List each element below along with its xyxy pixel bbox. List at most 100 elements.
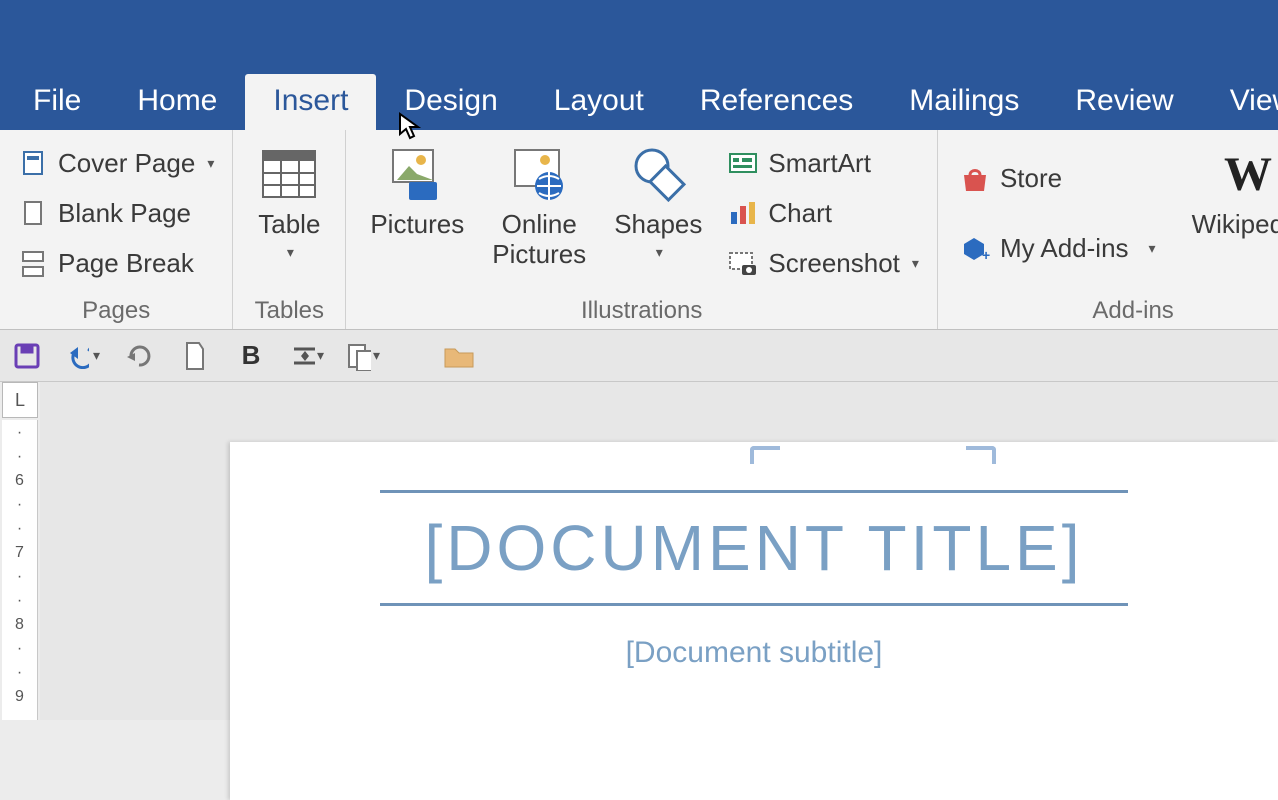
smartart-icon [728,150,758,176]
tab-references[interactable]: References [672,74,881,130]
cover-page-label: Cover Page [58,148,195,179]
divider [380,603,1128,606]
online-pictures-label-1: Online [502,209,577,239]
store-icon [960,166,990,192]
open-folder-button[interactable] [442,339,476,373]
redo-button[interactable] [122,339,156,373]
store-button[interactable]: Store [954,159,1162,198]
ruler-corner[interactable]: L [2,382,38,418]
pictures-icon [385,142,449,206]
group-illustrations-label: Illustrations [356,291,927,325]
ruler-mark: · [17,640,22,658]
tab-mailings[interactable]: Mailings [881,74,1047,130]
page-break-icon [18,251,48,277]
group-tables-label: Tables [243,291,335,325]
smartart-button[interactable]: SmartArt [722,144,925,183]
tab-review[interactable]: Review [1047,74,1201,130]
group-illustrations: Pictures Online Pictures Shapes ▾ [346,130,938,329]
ruler-mark: · [17,448,22,466]
group-addins: Store + My Add-ins ▾ W Wikipedia Add-ins [938,130,1278,329]
tab-view[interactable]: View [1202,74,1278,130]
online-pictures-label-2: Pictures [492,239,586,269]
ruler-mark: · [17,568,22,586]
chevron-down-icon: ▾ [1149,240,1156,257]
ruler-mark: 9 [15,688,24,706]
chart-label: Chart [768,198,832,229]
mouse-cursor [398,112,422,142]
tab-insert[interactable]: Insert [245,74,376,130]
chevron-down-icon: ▾ [656,244,663,261]
group-tables: Table ▾ Tables [233,130,346,329]
cover-page-button[interactable]: Cover Page ▾ [12,144,220,183]
ruler-mark: · [17,424,22,442]
tab-home[interactable]: Home [109,74,245,130]
blank-page-button[interactable]: Blank Page [12,194,220,233]
group-pages: Cover Page ▾ Blank Page Page Break Page [0,130,233,329]
my-addins-button[interactable]: + My Add-ins ▾ [954,229,1162,268]
cover-page-icon [18,150,48,176]
chevron-down-icon: ▾ [287,244,294,261]
smartart-label: SmartArt [768,148,871,179]
undo-button[interactable]: ▾ [66,339,100,373]
tab-file[interactable]: File [5,74,109,130]
my-addins-label: My Add-ins [1000,233,1129,264]
group-pages-label: Pages [10,291,222,325]
blank-page-label: Blank Page [58,198,191,229]
page-break-button[interactable]: Page Break [12,244,220,283]
vertical-ruler[interactable]: · · 6 · · 7 · · 8 · · 9 [2,420,38,720]
pictures-label: Pictures [370,210,464,240]
placeholder-bracket-icon [750,446,780,464]
shapes-icon [626,142,690,206]
wikipedia-button[interactable]: W Wikipedia [1178,136,1278,291]
title-block: [DOCUMENT TITLE] [Document subtitle] [380,490,1128,670]
ruler-mark: 8 [15,616,24,634]
group-addins-label: Add-ins [948,291,1278,325]
shapes-button[interactable]: Shapes ▾ [600,136,716,291]
quick-access-toolbar: ▾ B ▾ ▾ [0,330,1278,382]
chevron-down-icon: ▾ [317,347,324,364]
chart-icon [728,200,758,226]
screenshot-label: Screenshot [768,248,900,279]
document-subtitle-placeholder[interactable]: [Document subtitle] [380,610,1128,670]
ruler-mark: · [17,496,22,514]
store-label: Store [1000,163,1062,194]
ruler-mark: · [17,520,22,538]
save-button[interactable] [10,339,44,373]
online-pictures-label: Online Pictures [492,210,586,270]
ribbon-tabstrip: File Home Insert Design Layout Reference… [0,14,1278,130]
chart-button[interactable]: Chart [722,194,925,233]
ruler-mark: 6 [15,472,24,490]
ruler-mark: 7 [15,544,24,562]
document-area[interactable]: [DOCUMENT TITLE] [Document subtitle] [40,382,1278,720]
chevron-down-icon: ▾ [93,347,100,364]
svg-text:+: + [982,247,990,262]
table-icon [257,142,321,206]
wikipedia-icon: W [1216,142,1278,206]
wikipedia-label: Wikipedia [1192,210,1278,240]
table-label: Table [258,210,320,240]
chevron-down-icon: ▾ [207,155,214,172]
ribbon: Cover Page ▾ Blank Page Page Break Page [0,130,1278,330]
online-pictures-icon [507,142,571,206]
new-doc-button[interactable] [178,339,212,373]
bold-button[interactable]: B [234,339,268,373]
page[interactable]: [DOCUMENT TITLE] [Document subtitle] [230,442,1278,800]
online-pictures-button[interactable]: Online Pictures [478,136,600,291]
blank-page-icon [18,200,48,226]
chevron-down-icon: ▾ [912,255,919,272]
chevron-down-icon: ▾ [373,347,380,364]
spacing-button[interactable]: ▾ [290,339,324,373]
shapes-label: Shapes [614,210,702,240]
titlebar [0,0,1278,14]
paste-button[interactable]: ▾ [346,339,380,373]
screenshot-icon [728,251,758,277]
my-addins-icon: + [960,235,990,261]
ruler-mark: · [17,664,22,682]
placeholder-bracket-icon [966,446,996,464]
table-button[interactable]: Table ▾ [243,136,335,291]
divider [380,490,1128,493]
tab-layout[interactable]: Layout [526,74,672,130]
screenshot-button[interactable]: Screenshot ▾ [722,244,925,283]
document-title-placeholder[interactable]: [DOCUMENT TITLE] [380,497,1128,599]
pictures-button[interactable]: Pictures [356,136,478,291]
